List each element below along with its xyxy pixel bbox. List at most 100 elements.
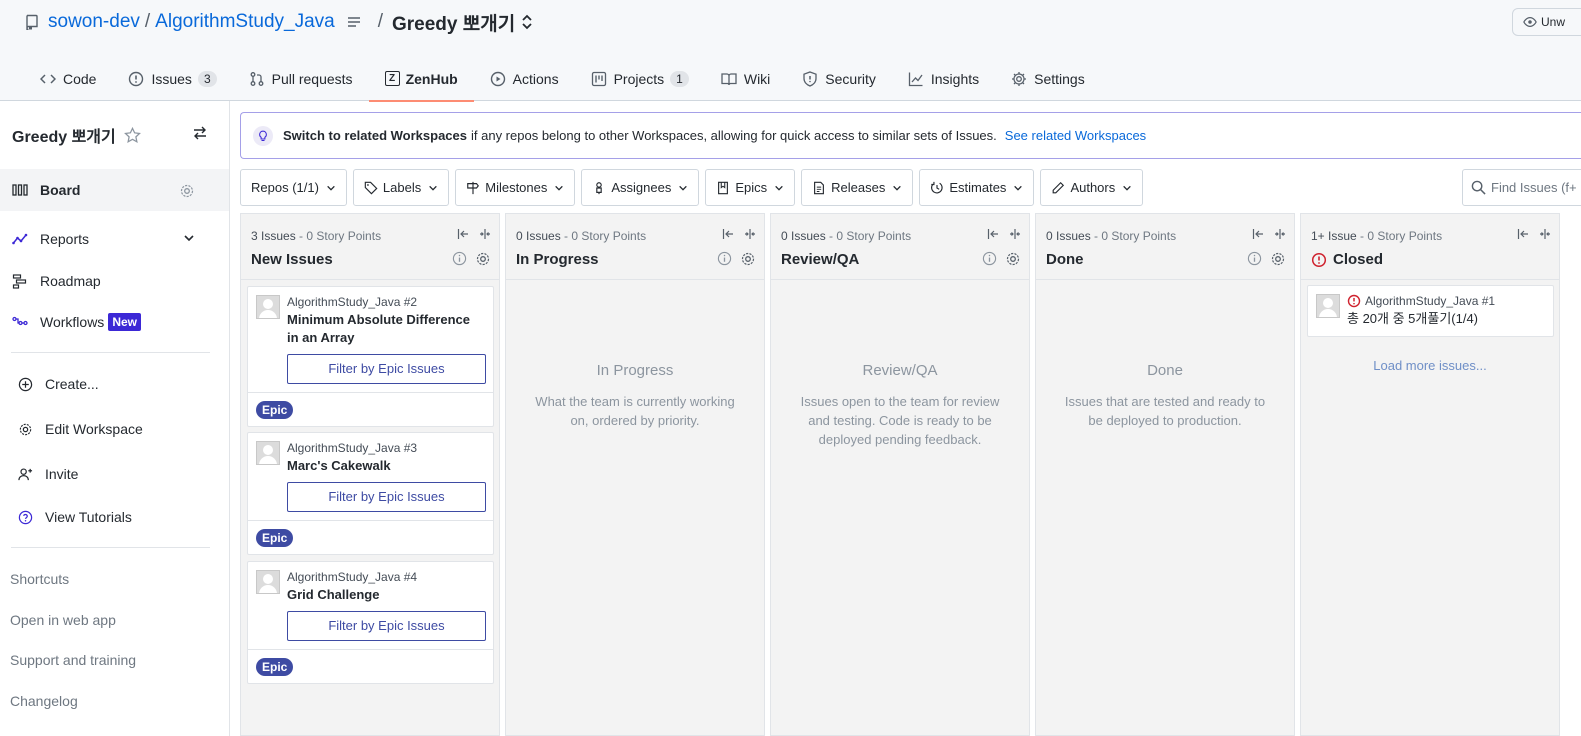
empty-pipeline-description: Issues open to the team for review and t…: [800, 394, 1000, 447]
sidebar-item-board[interactable]: Board: [0, 169, 229, 211]
issue-card[interactable]: AlgorithmStudy_Java #4 Grid Challenge Fi…: [247, 561, 494, 684]
filter-by-epic-button[interactable]: Filter by Epic Issues: [287, 354, 486, 384]
tab-zenhub[interactable]: Z ZenHub: [368, 56, 474, 102]
tab-pull-requests[interactable]: Pull requests: [233, 56, 369, 101]
assignees-filter[interactable]: Assignees: [581, 169, 700, 206]
gear-icon[interactable]: [475, 251, 491, 267]
reports-icon: [12, 233, 28, 245]
repo-tabs: Code Issues 3 Pull requests Z ZenHub Act…: [24, 56, 1101, 102]
help-circle-icon: [18, 510, 33, 524]
card-title[interactable]: Grid Challenge: [287, 586, 485, 604]
pencil-icon: [1053, 181, 1065, 193]
breadcrumb-separator: /: [377, 11, 383, 32]
collapse-pipeline-icon[interactable]: [744, 228, 756, 240]
load-more-issues-link[interactable]: Load more issues...: [1301, 358, 1559, 373]
releases-filter[interactable]: Releases: [801, 169, 914, 206]
filter-label: Milestones: [485, 180, 548, 195]
star-icon[interactable]: [123, 126, 141, 144]
filter-by-epic-button[interactable]: Filter by Epic Issues: [287, 611, 486, 641]
sidebar-item-label: Workflows: [40, 314, 105, 330]
list-icon[interactable]: [345, 13, 363, 31]
pipeline-name: New Issues: [251, 251, 333, 268]
see-related-workspaces-link[interactable]: See related Workspaces: [1005, 128, 1146, 143]
collapse-left-icon[interactable]: [987, 228, 999, 240]
gear-icon[interactable]: [1270, 251, 1286, 267]
graph-icon: [908, 72, 923, 86]
sidebar-item-label: Board: [40, 182, 81, 198]
sidebar-item-tutorials[interactable]: View Tutorials: [0, 496, 229, 538]
support-link[interactable]: Support and training: [10, 652, 136, 668]
tab-label: Insights: [930, 70, 980, 87]
chevron-down-icon: [679, 185, 688, 191]
collapse-left-icon[interactable]: [722, 228, 734, 240]
gear-icon[interactable]: [740, 251, 756, 267]
collapse-left-icon[interactable]: [457, 228, 469, 240]
pipeline-new-issues: 3 Issues - 0 Story Points New Issues Alg…: [240, 213, 500, 736]
tab-security[interactable]: Security: [786, 56, 892, 101]
find-issues-placeholder: Find Issues (f+: [1491, 180, 1577, 195]
collapse-left-icon[interactable]: [1517, 228, 1529, 240]
tab-label: Wiki: [743, 70, 771, 87]
labels-filter[interactable]: Labels: [352, 169, 450, 206]
shortcuts-link[interactable]: Shortcuts: [10, 571, 69, 587]
collapse-pipeline-icon[interactable]: [1274, 228, 1286, 240]
collapse-left-icon[interactable]: [1252, 228, 1264, 240]
pipeline-meta: 3 Issues - 0 Story Points: [251, 229, 381, 243]
chevron-up-down-icon[interactable]: [521, 14, 533, 30]
tab-projects[interactable]: Projects 1: [575, 56, 705, 101]
info-icon[interactable]: [1247, 251, 1262, 266]
info-icon[interactable]: [717, 251, 732, 266]
switch-workspace-icon[interactable]: [192, 125, 208, 141]
sidebar-divider: [11, 352, 210, 353]
story-points: - 0 Story Points: [560, 229, 647, 243]
info-icon[interactable]: [452, 251, 467, 266]
authors-filter[interactable]: Authors: [1040, 169, 1144, 206]
gear-icon[interactable]: [179, 183, 195, 199]
issue-card[interactable]: AlgorithmStudy_Java #3 Marc's Cakewalk F…: [247, 432, 494, 555]
workspace-selector[interactable]: Greedy 뽀개기: [392, 9, 515, 36]
estimates-filter[interactable]: Estimates: [919, 169, 1035, 206]
sidebar-item-create[interactable]: Create...: [0, 363, 229, 405]
sidebar-item-roadmap[interactable]: Roadmap: [0, 260, 229, 302]
pipeline-closed: 1+ Issue - 0 Story Points Closed Algorit…: [1300, 213, 1560, 736]
tab-actions[interactable]: Actions: [474, 56, 575, 101]
chevron-down-icon: [1123, 185, 1132, 191]
collapse-pipeline-icon[interactable]: [1539, 228, 1551, 240]
card-title[interactable]: Minimum Absolute Difference in an Array: [287, 311, 485, 347]
info-icon[interactable]: [982, 251, 997, 266]
board-icon: [12, 184, 28, 196]
issue-card[interactable]: AlgorithmStudy_Java #1 총 20개 중 5개풀기(1/4): [1307, 285, 1554, 337]
repos-filter[interactable]: Repos (1/1): [240, 169, 347, 206]
repo-name-link[interactable]: AlgorithmStudy_Java: [155, 11, 335, 33]
tab-insights[interactable]: Insights: [892, 56, 995, 101]
sidebar-item-edit-workspace[interactable]: Edit Workspace: [0, 408, 229, 450]
sidebar-item-workflows[interactable]: Workflows New: [0, 301, 229, 343]
issue-card[interactable]: AlgorithmStudy_Java #2 Minimum Absolute …: [247, 286, 494, 427]
tab-issues[interactable]: Issues 3: [112, 56, 232, 101]
filter-by-epic-button[interactable]: Filter by Epic Issues: [287, 482, 486, 512]
sidebar-item-invite[interactable]: Invite: [0, 453, 229, 495]
collapse-pipeline-icon[interactable]: [1009, 228, 1021, 240]
collapse-pipeline-icon[interactable]: [479, 228, 491, 240]
projects-count-badge: 1: [670, 70, 689, 87]
find-issues-input[interactable]: Find Issues (f+: [1462, 169, 1581, 206]
card-title[interactable]: Marc's Cakewalk: [287, 457, 485, 475]
tab-settings[interactable]: Settings: [995, 56, 1101, 101]
milestones-filter[interactable]: Milestones: [455, 169, 576, 206]
filter-label: Labels: [382, 180, 422, 195]
pull-request-icon: [250, 71, 264, 86]
zenhub-sidebar: Greedy 뽀개기 Board Reports Roadmap Workflo…: [0, 101, 230, 736]
tab-wiki[interactable]: Wiki: [705, 56, 786, 101]
gear-icon[interactable]: [1005, 251, 1021, 267]
tab-code[interactable]: Code: [24, 56, 112, 101]
changelog-link[interactable]: Changelog: [10, 693, 78, 709]
unwatch-button[interactable]: Unw: [1512, 8, 1581, 36]
epics-filter[interactable]: Epics: [705, 169, 796, 206]
repo-owner-link[interactable]: sowon-dev: [48, 11, 140, 33]
repo-breadcrumb: sowon-dev / AlgorithmStudy_Java / Greedy…: [24, 9, 533, 36]
sidebar-item-reports[interactable]: Reports: [0, 218, 229, 260]
card-title[interactable]: 총 20개 중 5개풀기(1/4): [1347, 310, 1545, 328]
chevron-down-icon[interactable]: [183, 232, 195, 244]
repo-header: sowon-dev / AlgorithmStudy_Java / Greedy…: [0, 0, 1581, 102]
open-web-app-link[interactable]: Open in web app: [10, 612, 116, 628]
